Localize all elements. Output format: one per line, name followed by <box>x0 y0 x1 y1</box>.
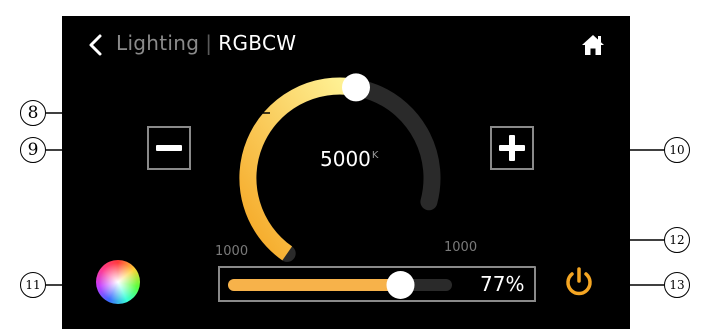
callout-8: 8 <box>20 100 46 126</box>
callout-13: 13 <box>664 272 690 298</box>
callout-lines <box>46 112 664 286</box>
callout-11: 11 <box>20 272 46 298</box>
callout-9: 9 <box>20 137 46 163</box>
callout-12: 12 <box>664 227 690 253</box>
callout-10: 10 <box>664 137 690 163</box>
